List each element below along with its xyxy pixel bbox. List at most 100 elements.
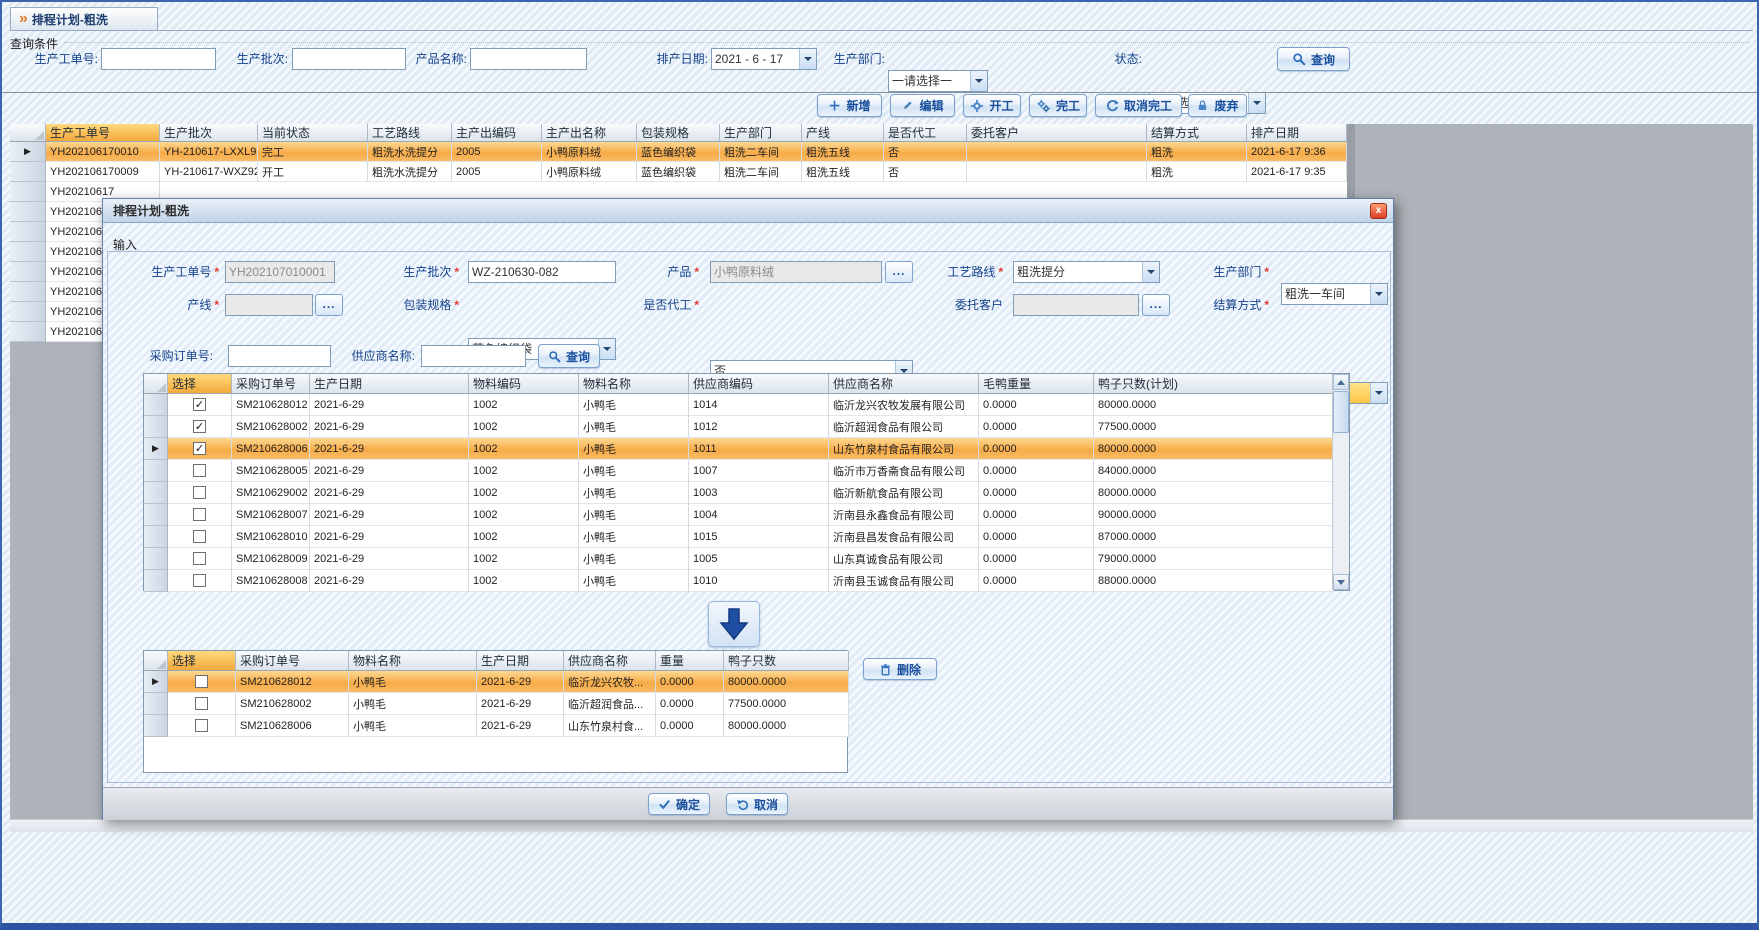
column-header[interactable]: 供应商名称 bbox=[829, 374, 979, 394]
batch-field[interactable]: WZ-210630-082 bbox=[468, 261, 616, 283]
dropdown-arrow-icon[interactable] bbox=[598, 339, 615, 359]
column-header[interactable]: 生产工单号 bbox=[46, 124, 160, 142]
finish-work-button[interactable]: 完工 bbox=[1029, 94, 1087, 117]
po-grid-scrollbar[interactable] bbox=[1332, 374, 1349, 590]
table-row[interactable]: SM210628005 2021-6-29 1002 小鸭毛 1007 临沂市万… bbox=[144, 460, 1334, 482]
table-row[interactable]: SM210628007 2021-6-29 1002 小鸭毛 1004 沂南县永… bbox=[144, 504, 1334, 526]
add-button[interactable]: 新增 bbox=[817, 94, 882, 117]
column-header[interactable]: 采购订单号 bbox=[232, 374, 310, 394]
route-select[interactable]: 粗洗提分 bbox=[1013, 261, 1160, 283]
column-header[interactable]: 供应商编码 bbox=[689, 374, 829, 394]
line-browse-button[interactable]: ... bbox=[315, 294, 343, 316]
row-checkbox[interactable] bbox=[193, 486, 206, 499]
column-header[interactable]: 结算方式 bbox=[1147, 124, 1247, 142]
scroll-up-button[interactable] bbox=[1333, 374, 1349, 390]
table-row[interactable]: SM210628008 2021-6-29 1002 小鸭毛 1010 沂南县玉… bbox=[144, 570, 1334, 592]
client-browse-button[interactable]: ... bbox=[1142, 294, 1170, 316]
row-checkbox[interactable] bbox=[195, 675, 208, 688]
column-header[interactable]: 鸭子只数(计划) bbox=[1094, 374, 1334, 394]
main-grid-corner-cell[interactable] bbox=[10, 124, 46, 142]
dropdown-arrow-icon[interactable] bbox=[1370, 383, 1387, 403]
close-icon[interactable]: x bbox=[1370, 203, 1387, 219]
po-search-button[interactable]: 查询 bbox=[538, 344, 600, 368]
row-checkbox[interactable] bbox=[193, 398, 206, 411]
dropdown-arrow-icon[interactable] bbox=[1370, 284, 1387, 304]
dropdown-arrow-icon[interactable] bbox=[1142, 262, 1159, 282]
cell: 山东真诚食品有限公司 bbox=[829, 548, 979, 570]
table-row[interactable]: YH202106170010 YH-210617-LXXL931 完工 粗洗水洗… bbox=[10, 142, 1347, 162]
product-name-input[interactable] bbox=[470, 48, 587, 70]
cancel-button[interactable]: 取消 bbox=[726, 793, 788, 815]
row-checkbox[interactable] bbox=[193, 508, 206, 521]
dropdown-arrow-icon[interactable] bbox=[1248, 93, 1265, 113]
row-checkbox[interactable] bbox=[193, 442, 206, 455]
query-search-button[interactable]: 查询 bbox=[1277, 47, 1350, 71]
po-grid-corner-cell[interactable] bbox=[144, 374, 168, 394]
column-header[interactable]: 主产出名称 bbox=[542, 124, 637, 142]
column-header[interactable]: 毛鸭重量 bbox=[979, 374, 1094, 394]
scroll-thumb[interactable] bbox=[1333, 391, 1349, 433]
column-header[interactable]: 工艺路线 bbox=[368, 124, 452, 142]
row-marker bbox=[10, 262, 46, 282]
row-checkbox[interactable] bbox=[193, 420, 206, 433]
schedule-date-select[interactable]: 2021 - 6 - 17 bbox=[711, 48, 817, 70]
table-row[interactable]: SM210628009 2021-6-29 1002 小鸭毛 1005 山东真诚… bbox=[144, 548, 1334, 570]
po-number-input[interactable] bbox=[228, 345, 331, 367]
row-marker bbox=[10, 222, 46, 242]
column-header[interactable]: 当前状态 bbox=[258, 124, 368, 142]
transf(er)-down-button[interactable] bbox=[708, 601, 760, 647]
row-checkbox[interactable] bbox=[195, 719, 208, 732]
column-header[interactable]: 委托客户 bbox=[967, 124, 1147, 142]
column-header[interactable]: 物料名称 bbox=[349, 651, 477, 671]
dept-field-select[interactable]: 粗洗一车间 bbox=[1281, 283, 1388, 305]
ok-button[interactable]: 确定 bbox=[648, 793, 710, 815]
column-header[interactable]: 生产日期 bbox=[310, 374, 469, 394]
grid-horizontal-scrollbar[interactable] bbox=[10, 819, 1753, 832]
column-header[interactable]: 是否代工 bbox=[884, 124, 967, 142]
work-order-input[interactable] bbox=[101, 48, 216, 70]
column-header[interactable]: 物料编码 bbox=[469, 374, 579, 394]
column-header[interactable]: 产线 bbox=[802, 124, 884, 142]
table-row[interactable]: SM210628012 小鸭毛 2021-6-29 临沂龙兴农牧... 0.00… bbox=[144, 671, 849, 693]
column-header[interactable]: 选择 bbox=[168, 651, 236, 671]
column-header[interactable]: 包装规格 bbox=[637, 124, 720, 142]
table-row[interactable]: SM210628002 小鸭毛 2021-6-29 临沂超润食品... 0.00… bbox=[144, 693, 849, 715]
supplier-name-input[interactable] bbox=[421, 345, 526, 367]
select-cell bbox=[168, 504, 232, 526]
scroll-down-button[interactable] bbox=[1333, 574, 1349, 590]
column-header[interactable]: 供应商名称 bbox=[564, 651, 656, 671]
table-row[interactable]: SM210628006 2021-6-29 1002 小鸭毛 1011 山东竹泉… bbox=[144, 438, 1334, 460]
column-header[interactable]: 物料名称 bbox=[579, 374, 689, 394]
edit-button[interactable]: 编辑 bbox=[890, 94, 955, 117]
column-header[interactable]: 生产日期 bbox=[477, 651, 564, 671]
table-row[interactable]: SM210629002 2021-6-29 1002 小鸭毛 1003 临沂新航… bbox=[144, 482, 1334, 504]
row-checkbox[interactable] bbox=[193, 574, 206, 587]
department-select[interactable]: 一请选择一 bbox=[888, 70, 988, 92]
row-checkbox[interactable] bbox=[195, 697, 208, 710]
cancel-finish-button[interactable]: 取消完工 bbox=[1095, 94, 1182, 117]
column-header[interactable]: 生产批次 bbox=[160, 124, 258, 142]
row-checkbox[interactable] bbox=[193, 552, 206, 565]
selected-grid-corner-cell[interactable] bbox=[144, 651, 168, 671]
table-row[interactable]: SM210628002 2021-6-29 1002 小鸭毛 1012 临沂超润… bbox=[144, 416, 1334, 438]
delete-button[interactable]: 删除 bbox=[863, 658, 937, 680]
discard-button[interactable]: 废弃 bbox=[1188, 94, 1247, 117]
column-header[interactable]: 采购订单号 bbox=[236, 651, 349, 671]
batch-input[interactable] bbox=[292, 48, 406, 70]
column-header[interactable]: 鸭子只数 bbox=[724, 651, 849, 671]
table-row[interactable]: YH202106170009 YH-210617-WXZ928 开工 粗洗水洗提… bbox=[10, 162, 1347, 182]
column-header[interactable]: 选择 bbox=[168, 374, 232, 394]
row-checkbox[interactable] bbox=[193, 530, 206, 543]
row-checkbox[interactable] bbox=[193, 464, 206, 477]
table-row[interactable]: SM210628006 小鸭毛 2021-6-29 山东竹泉村食... 0.00… bbox=[144, 715, 849, 737]
column-header[interactable]: 主产出编码 bbox=[452, 124, 542, 142]
column-header[interactable]: 生产部门 bbox=[720, 124, 802, 142]
table-row[interactable]: SM210628012 2021-6-29 1002 小鸭毛 1014 临沂龙兴… bbox=[144, 394, 1334, 416]
dropdown-arrow-icon[interactable] bbox=[970, 71, 987, 91]
tab-scheduling-plan[interactable]: » 排程计划-粗洗 bbox=[10, 7, 158, 31]
start-work-button[interactable]: 开工 bbox=[963, 94, 1021, 117]
table-row[interactable]: SM210628010 2021-6-29 1002 小鸭毛 1015 沂南县昌… bbox=[144, 526, 1334, 548]
column-header[interactable]: 排产日期 bbox=[1247, 124, 1347, 142]
cell: 80000.0000 bbox=[1094, 394, 1334, 416]
column-header[interactable]: 重量 bbox=[656, 651, 724, 671]
